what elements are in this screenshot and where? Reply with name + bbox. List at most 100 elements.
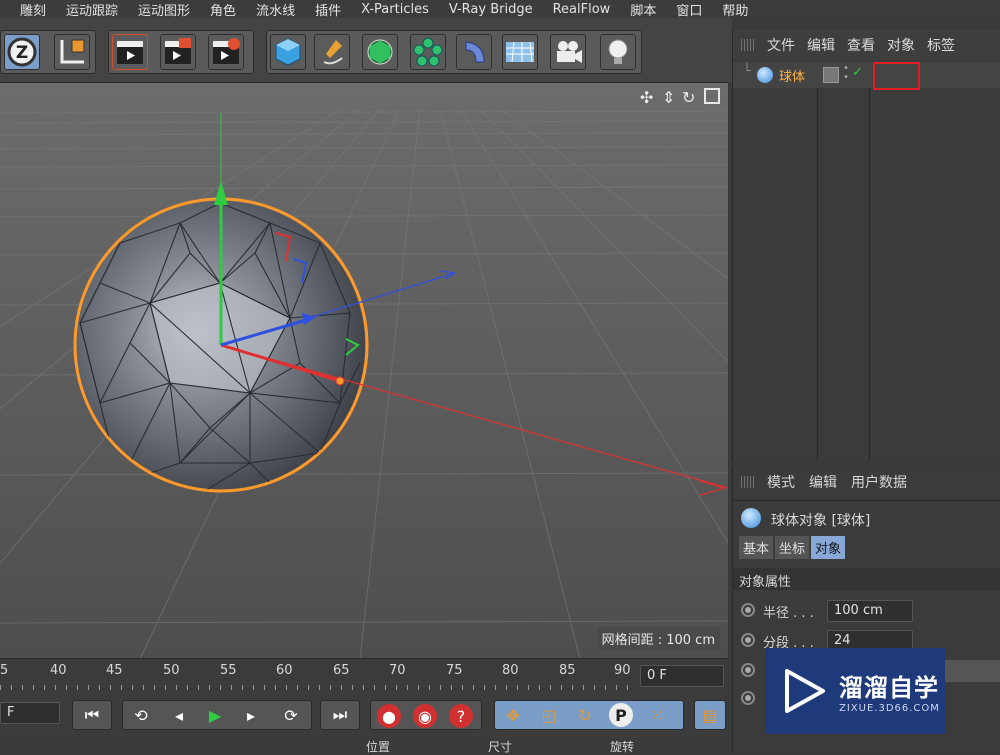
play-icon[interactable]: ▶	[203, 703, 227, 727]
layer-icon[interactable]	[823, 67, 839, 83]
cube-icon	[275, 38, 301, 66]
tab-coord[interactable]: 坐标	[775, 536, 810, 559]
type-anim-radio[interactable]	[741, 663, 755, 677]
bend-deformer-icon	[465, 41, 485, 63]
timeline-ticks: 5 40 45 50 55 60 65 70 75 80 85 90	[0, 663, 632, 691]
tick-label: 40	[50, 663, 67, 678]
viewport-scene: ✣ ⇕ ↻	[0, 83, 728, 658]
coord-position-label: 位置	[366, 740, 391, 754]
timeline-ruler[interactable]: 5 40 45 50 55 60 65 70 75 80 85 90 0 F	[0, 658, 728, 692]
segments-anim-radio[interactable]	[741, 633, 755, 647]
subdivision-button[interactable]	[362, 34, 398, 70]
viewport-3d[interactable]: ✣ ⇕ ↻ 网格间距: 100 cm	[0, 82, 728, 658]
om-menu-file[interactable]: 文件	[767, 35, 795, 55]
start-frame-field[interactable]: F	[0, 702, 60, 724]
clapperboard-gear-icon	[213, 38, 240, 64]
column-divider	[817, 60, 818, 460]
subdivision-cube-icon	[367, 39, 393, 65]
om-menu-tags[interactable]: 标签	[927, 35, 955, 55]
record-group: ● ◉ ?	[370, 700, 482, 730]
divider	[733, 500, 1000, 501]
cube-object-button[interactable]	[270, 34, 306, 70]
tick-marks	[0, 685, 632, 690]
menu-help[interactable]: 帮助	[722, 0, 748, 19]
tab-basic[interactable]: 基本	[739, 536, 774, 559]
menu-vray-bridge[interactable]: V-Ray Bridge	[449, 2, 533, 17]
parameter-key-icon[interactable]: P	[609, 703, 633, 727]
pen-spline-button[interactable]	[314, 34, 350, 70]
object-manager-menu: 文件 编辑 查看 对象 标签	[733, 30, 1000, 60]
menu-realflow[interactable]: RealFlow	[553, 2, 611, 17]
object-manager: 文件 编辑 查看 对象 标签 └ 球体 • • ✓	[732, 30, 1000, 462]
move-view-icon: ✣	[640, 88, 653, 107]
render-picture-viewer-button[interactable]	[160, 34, 196, 70]
am-menu-mode[interactable]: 模式	[767, 472, 795, 492]
tick-label: 90	[614, 663, 631, 678]
key-mode-group: ✥ ◰ ↻ P ⁙	[494, 700, 684, 730]
keyframe-selection-icon[interactable]: ?	[449, 704, 473, 728]
svg-text:Z: Z	[16, 43, 28, 63]
menu-window[interactable]: 窗口	[676, 0, 702, 19]
render-view-button[interactable]	[112, 34, 148, 70]
tick-label: 75	[446, 663, 463, 678]
floor-environment-button[interactable]	[502, 34, 538, 70]
z-axis-lock-button[interactable]: Z	[4, 34, 40, 70]
menu-pipeline[interactable]: 流水线	[256, 0, 295, 19]
attribute-manager-menu: 模式 编辑 用户数据	[733, 468, 1000, 496]
tick-label: 60	[276, 663, 293, 678]
coord-size-label: 尺寸	[488, 740, 513, 754]
radius-label: 半径 . . .	[763, 606, 814, 621]
watermark-url: ZIXUE.3D66.COM	[839, 703, 940, 714]
am-menu-edit[interactable]: 编辑	[809, 472, 837, 492]
om-menu-object[interactable]: 对象	[887, 35, 915, 55]
prev-key-icon[interactable]: ⟲	[129, 703, 153, 727]
tick-label: 50	[163, 663, 180, 678]
menu-character[interactable]: 角色	[210, 0, 236, 19]
light-button[interactable]	[600, 34, 636, 70]
world-coord-button[interactable]	[54, 34, 90, 70]
watermark-logo: 溜溜自学 ZIXUE.3D66.COM	[765, 648, 945, 734]
render-settings-button[interactable]	[208, 34, 244, 70]
grid-spacing-label: 网格间距 : 100 cm	[596, 627, 720, 650]
menu-mograph[interactable]: 运动图形	[138, 0, 190, 19]
menu-x-particles[interactable]: X-Particles	[361, 2, 429, 17]
next-key-icon[interactable]: ⟳	[279, 703, 303, 727]
coordinate-system-icon	[60, 39, 85, 64]
go-to-end-button[interactable]: ⏭	[320, 700, 360, 730]
scale-key-icon[interactable]: ◰	[537, 703, 561, 727]
object-name[interactable]: 球体	[779, 66, 805, 85]
om-menu-edit[interactable]: 编辑	[807, 35, 835, 55]
object-row[interactable]: └ 球体 • • ✓	[733, 62, 1000, 90]
film-strip-icon: ▤	[702, 705, 718, 725]
am-menu-userdata[interactable]: 用户数据	[851, 472, 907, 492]
mograph-cloner-button[interactable]	[410, 34, 446, 70]
tick-label: 5	[0, 663, 9, 678]
enabled-check-icon[interactable]: ✓	[852, 65, 863, 80]
menu-plugins[interactable]: 插件	[315, 0, 341, 19]
auto-key-icon[interactable]: ◉	[413, 704, 437, 728]
om-menu-view[interactable]: 查看	[847, 35, 875, 55]
prev-frame-icon[interactable]: ◂	[167, 703, 191, 727]
menu-motion-tracking[interactable]: 运动跟踪	[66, 0, 118, 19]
record-key-icon[interactable]: ●	[377, 704, 401, 728]
skip-end-icon: ⏭	[332, 705, 348, 724]
tick-label: 55	[220, 663, 237, 678]
menu-script[interactable]: 脚本	[630, 0, 656, 19]
radius-field[interactable]: 100 cm	[827, 600, 913, 622]
timeline-window-button[interactable]: ▤	[694, 700, 726, 730]
rotation-key-icon[interactable]: ↻	[573, 703, 597, 727]
current-frame-field[interactable]: 0 F	[640, 665, 724, 687]
go-to-start-button[interactable]: ⏮	[72, 700, 112, 730]
deformer-button[interactable]	[456, 34, 492, 70]
coord-rotation-label: 旋转	[610, 740, 635, 754]
next-frame-icon[interactable]: ▸	[239, 703, 263, 727]
camera-button[interactable]	[550, 34, 586, 70]
render-perfect-radio[interactable]	[741, 691, 755, 705]
point-level-icon[interactable]: ⁙	[645, 703, 669, 727]
radius-anim-radio[interactable]	[741, 603, 755, 617]
tab-object[interactable]: 对象	[811, 536, 846, 559]
visibility-dots-icon[interactable]: • •	[843, 64, 849, 83]
position-key-icon[interactable]: ✥	[501, 703, 525, 727]
menu-sculpt[interactable]: 雕刻	[20, 0, 46, 19]
x-axis-handle	[335, 376, 345, 386]
